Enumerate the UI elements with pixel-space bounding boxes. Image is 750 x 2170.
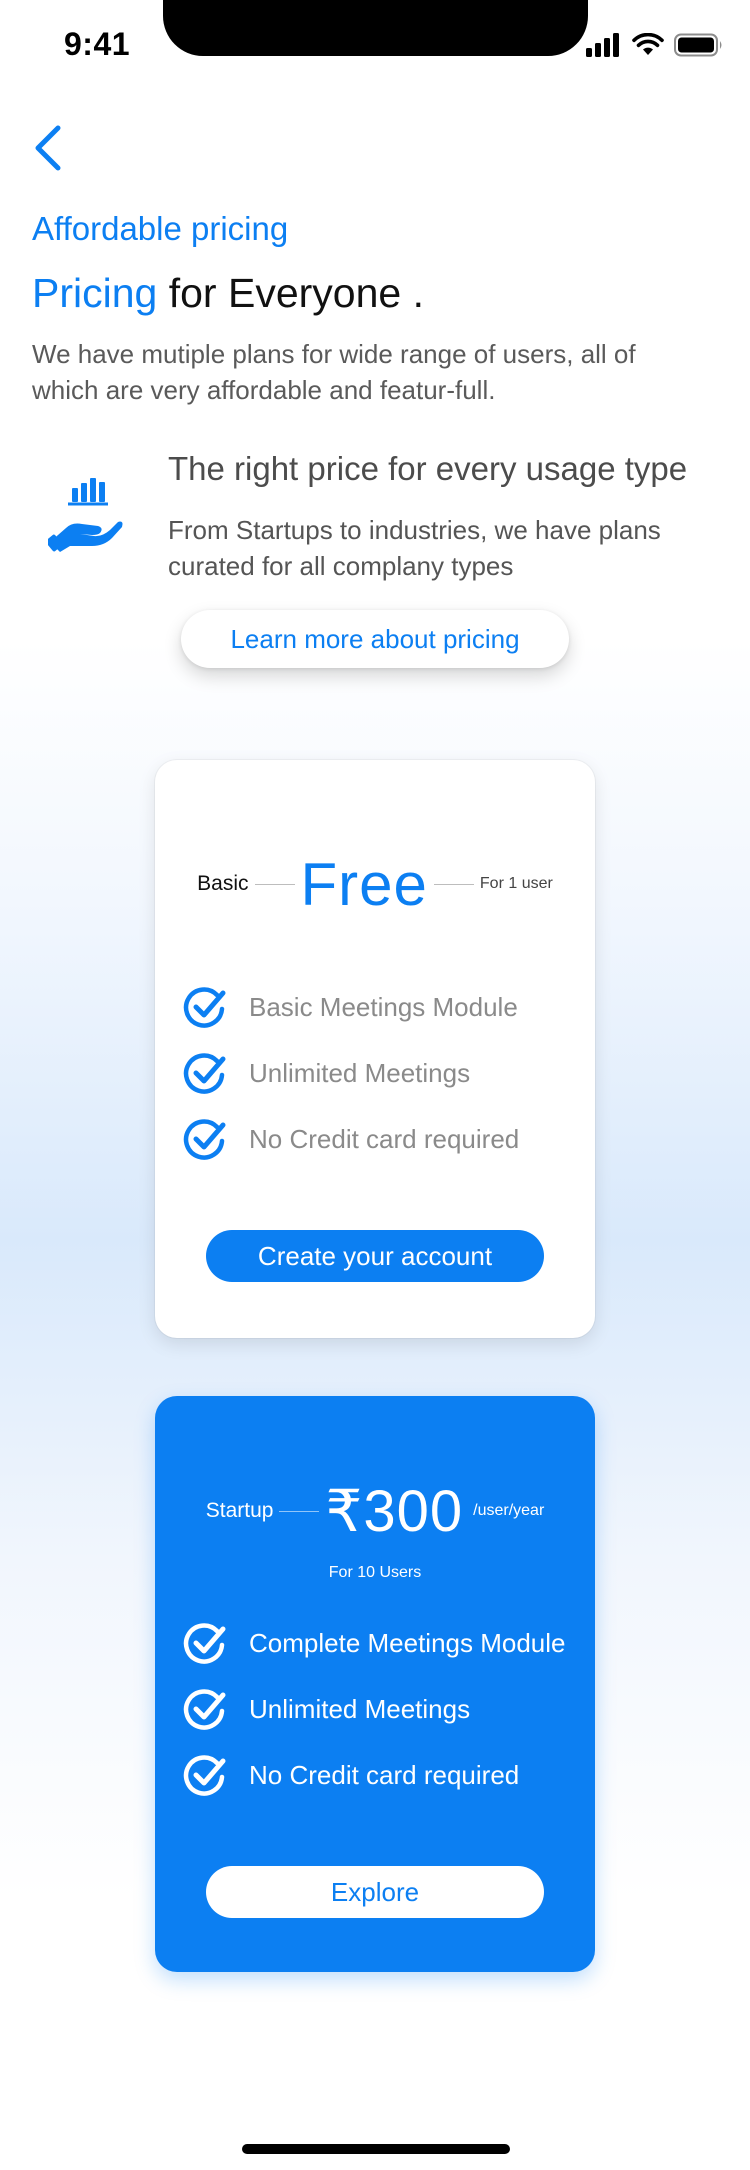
list-item: Complete Meetings Module <box>183 1610 566 1676</box>
feature-label: Complete Meetings Module <box>249 1627 566 1658</box>
feature-list: Basic Meetings Module Unlimited Meetings… <box>183 974 519 1172</box>
list-item: Unlimited Meetings <box>183 1040 519 1106</box>
feature-title: The right price for every usage type <box>168 450 688 487</box>
plan-name: Basic <box>197 872 249 895</box>
feature-label: No Credit card required <box>249 1123 520 1154</box>
plan-name: Startup <box>205 1499 274 1522</box>
status-time: 9:41 <box>64 26 131 62</box>
feature-label: Unlimited Meetings <box>249 1057 471 1088</box>
divider <box>433 883 474 885</box>
title-rest: for Everyone . <box>168 270 424 316</box>
device-notch <box>163 0 588 56</box>
feature-list: Complete Meetings Module Unlimited Meeti… <box>183 1610 566 1808</box>
list-item: No Credit card required <box>183 1742 566 1808</box>
check-circle-icon <box>183 1689 226 1730</box>
feature-label: Basic Meetings Module <box>249 991 518 1022</box>
check-circle-icon <box>183 1755 226 1796</box>
hand-chart-icon <box>45 476 124 552</box>
page-title: Pricing for Everyone . <box>32 270 424 317</box>
wifi-icon <box>632 33 664 55</box>
list-item: Unlimited Meetings <box>183 1676 566 1742</box>
plan-price: Free <box>300 850 428 918</box>
plan-price: ₹300 <box>325 1479 464 1544</box>
check-circle-icon <box>183 1053 226 1094</box>
price-row: Startup ₹300 /user/year <box>155 1476 595 1546</box>
create-account-button[interactable]: Create your account <box>206 1230 544 1282</box>
home-indicator <box>242 2144 510 2154</box>
learn-more-button[interactable]: Learn more about pricing <box>181 610 569 668</box>
intro-text: We have mutiple plans for wide range of … <box>32 339 636 405</box>
plan-card-startup: Startup ₹300 /user/year For 10 Users Com… <box>155 1396 595 1972</box>
divider <box>279 1510 320 1512</box>
battery-icon <box>674 33 722 57</box>
feature-label: No Credit card required <box>249 1759 520 1790</box>
plan-note: For 10 Users <box>328 1564 422 1581</box>
feature-text: From Startups to industries, we have pla… <box>168 515 661 581</box>
status-icons <box>586 30 726 60</box>
check-circle-icon <box>183 1623 226 1664</box>
feature-label: Unlimited Meetings <box>249 1693 471 1724</box>
section-eyebrow: Affordable pricing <box>32 210 289 247</box>
price-row: Basic Free For 1 user <box>155 838 595 930</box>
check-circle-icon <box>183 1119 226 1160</box>
plan-card-basic: Basic Free For 1 user Basic Meetings Mod… <box>155 760 595 1338</box>
divider <box>254 883 295 885</box>
explore-button[interactable]: Explore <box>206 1866 544 1918</box>
signal-icon <box>586 33 619 57</box>
list-item: Basic Meetings Module <box>183 974 519 1040</box>
back-button[interactable] <box>28 122 68 174</box>
title-accent: Pricing <box>32 270 158 316</box>
check-circle-icon <box>183 987 226 1028</box>
plan-unit: /user/year <box>473 1502 545 1519</box>
list-item: No Credit card required <box>183 1106 519 1172</box>
plan-note: For 1 user <box>479 875 553 892</box>
chevron-left-icon <box>35 125 61 171</box>
